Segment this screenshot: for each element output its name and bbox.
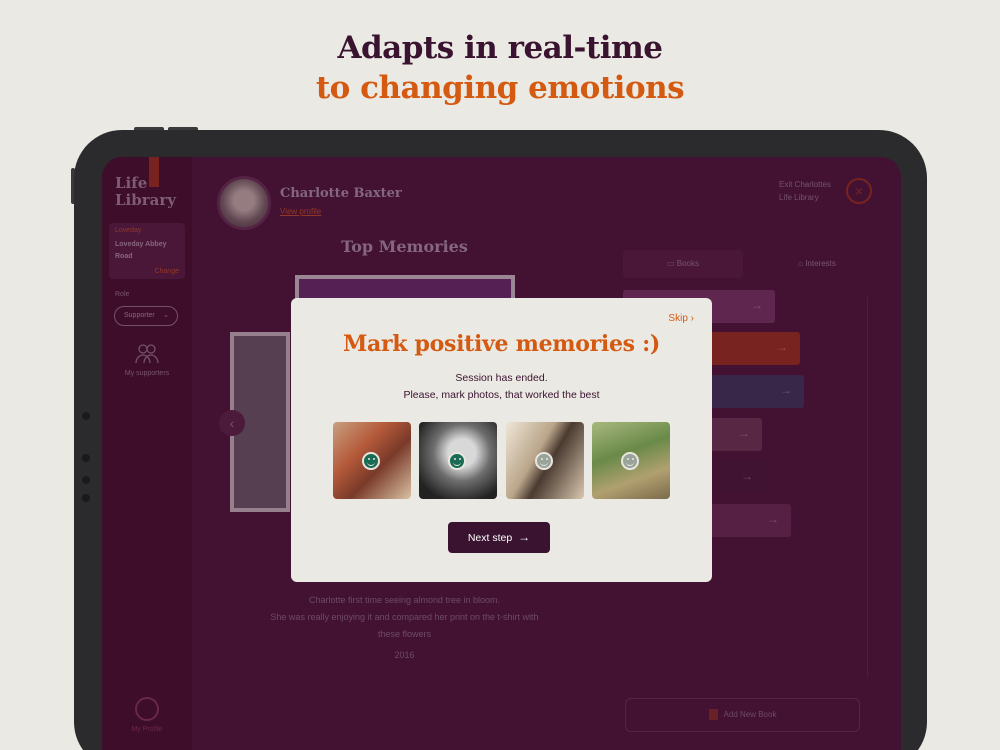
memory-thumbnail[interactable] bbox=[419, 422, 497, 499]
next-step-button[interactable]: Next step → bbox=[448, 522, 550, 553]
smile-icon[interactable] bbox=[362, 452, 380, 470]
modal-text-line2: Please, mark photos, that worked the bes… bbox=[403, 389, 600, 401]
smile-icon[interactable] bbox=[621, 452, 639, 470]
skip-button[interactable]: Skip › bbox=[668, 313, 694, 324]
memory-thumbnail[interactable] bbox=[333, 422, 411, 499]
camera-dot bbox=[82, 454, 90, 462]
smile-icon[interactable] bbox=[535, 452, 553, 470]
modal-text-line1: Session has ended. bbox=[455, 372, 548, 384]
chevron-right-icon: › bbox=[690, 313, 694, 324]
headline-line1: Adapts in real-time bbox=[337, 30, 663, 66]
modal-title: Mark positive memories :) bbox=[342, 331, 661, 357]
camera-dot bbox=[82, 476, 90, 484]
memory-thumbnail[interactable] bbox=[592, 422, 670, 499]
memory-thumbnail[interactable] bbox=[506, 422, 584, 499]
positive-memories-modal: Skip › Mark positive memories :) Session… bbox=[291, 298, 712, 582]
next-step-label: Next step bbox=[467, 532, 513, 544]
skip-label: Skip bbox=[668, 313, 688, 324]
arrow-right-icon: → bbox=[518, 530, 531, 544]
camera-dot bbox=[82, 412, 90, 420]
camera-dot bbox=[82, 494, 90, 502]
headline-line2: to changing emotions bbox=[315, 70, 685, 106]
smile-icon[interactable] bbox=[448, 452, 466, 470]
